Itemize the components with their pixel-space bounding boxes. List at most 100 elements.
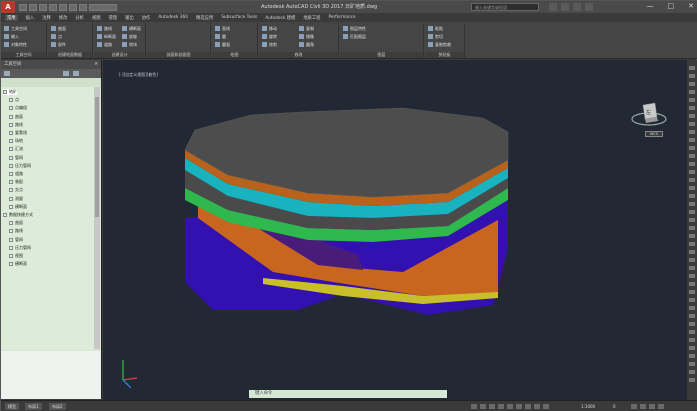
viewcube[interactable]: 左 WCS (629, 97, 671, 139)
tree-node[interactable]: 场地 (9, 138, 23, 144)
annotation-scale[interactable]: 1:1000 (581, 404, 595, 409)
ribbon-tab[interactable]: 分析 (75, 15, 84, 21)
nav-tool-icon[interactable] (689, 250, 695, 254)
settings-icon[interactable] (63, 71, 69, 76)
tab-model[interactable]: 模型 (5, 403, 19, 410)
nav-tool-icon[interactable] (689, 282, 695, 286)
tree-node[interactable]: 点编组 (9, 105, 27, 111)
application-menu-button[interactable]: A (1, 1, 15, 13)
tree-node[interactable]: 数据快捷方式 (3, 212, 33, 218)
nav-tool-icon[interactable] (689, 178, 695, 182)
ribbon-button[interactable]: 纵断面 (97, 34, 116, 39)
ribbon-button[interactable]: 镜像 (299, 34, 314, 39)
survey-icon[interactable] (73, 71, 79, 76)
osnap-icon[interactable] (507, 404, 513, 409)
prospector-icon[interactable] (4, 71, 10, 76)
scroll-thumb[interactable] (95, 97, 99, 217)
tree-node[interactable]: 装配 (9, 179, 23, 185)
nav-tool-icon[interactable] (689, 186, 695, 190)
wcs-menu[interactable]: WCS (645, 131, 663, 137)
tab-layout1[interactable]: 布局1 (25, 403, 42, 410)
ribbon-button[interactable]: 复制 (299, 26, 314, 31)
annotation-icon[interactable] (543, 404, 549, 409)
nav-tool-icon[interactable] (689, 322, 695, 326)
ribbon-tab[interactable]: Autodesk 建模 (265, 15, 295, 21)
workspace-icon[interactable] (631, 404, 637, 409)
tree-node[interactable]: 道路 (9, 171, 23, 177)
workspace-dropdown-icon[interactable] (89, 3, 117, 11)
nav-tool-icon[interactable] (689, 74, 695, 78)
ribbon-button[interactable]: 部件 (51, 42, 66, 47)
ribbon-tab[interactable]: 管理 (109, 15, 118, 21)
ribbon-button[interactable]: 圆弧 (215, 42, 230, 47)
polar-icon[interactable] (498, 404, 504, 409)
nav-tool-icon[interactable] (689, 362, 695, 366)
nav-tool-icon[interactable] (689, 354, 695, 358)
tree-node[interactable]: 横断面 (9, 261, 27, 267)
nav-tool-icon[interactable] (689, 162, 695, 166)
otrack-icon[interactable] (516, 404, 522, 409)
ribbon-button[interactable]: 对象特性 (4, 42, 27, 47)
panel-label[interactable]: 创建设计 (94, 52, 145, 58)
ribbon-tab[interactable]: 精选应用 (196, 15, 213, 21)
tree-node[interactable]: 交点 (9, 187, 23, 193)
ribbon-button[interactable]: 道路 (97, 42, 112, 47)
undo-icon[interactable] (69, 3, 77, 11)
tree-node[interactable]: 压力管网 (9, 245, 31, 251)
minimize-button[interactable]: — (647, 2, 654, 10)
tree-scrollbar[interactable] (94, 87, 100, 349)
open-icon[interactable] (29, 3, 37, 11)
nav-tool-icon[interactable] (689, 138, 695, 142)
ribbon-tab[interactable]: 地质工程 (303, 15, 320, 21)
panel-label[interactable]: 创建地面数据 (48, 52, 92, 58)
ribbon-button[interactable]: 直线 (215, 26, 230, 31)
ortho-icon[interactable] (489, 404, 495, 409)
nav-tool-icon[interactable] (689, 194, 695, 198)
nav-tool-icon[interactable] (689, 298, 695, 302)
lineweight-icon[interactable] (525, 404, 531, 409)
nav-tool-icon[interactable] (689, 66, 695, 70)
nav-tool-icon[interactable] (689, 306, 695, 310)
ribbon-button[interactable]: 工具空间 (4, 26, 27, 31)
ribbon-tab[interactable]: Performance (328, 15, 355, 20)
nav-tool-icon[interactable] (689, 338, 695, 342)
tree-node[interactable]: 要素线 (9, 130, 27, 136)
nav-tool-icon[interactable] (689, 218, 695, 222)
nav-tool-icon[interactable] (689, 122, 695, 126)
panel-label[interactable]: 剖面和剖面图 (147, 52, 210, 58)
ribbon-button[interactable]: 修剪 (262, 42, 277, 47)
ribbon-button[interactable]: 圆角 (299, 42, 314, 47)
tree-node[interactable]: 视图 (9, 253, 23, 259)
ribbon-button[interactable]: 旋转 (262, 34, 277, 39)
new-icon[interactable] (19, 3, 27, 11)
panel-label[interactable]: 工具空间 (1, 52, 46, 58)
tree-node[interactable]: 横断面 (9, 204, 27, 210)
nav-tool-icon[interactable] (689, 90, 695, 94)
nav-tool-icon[interactable] (689, 82, 695, 86)
ribbon-button[interactable]: 横断面 (122, 26, 141, 31)
tab-layout2[interactable]: 布局2 (49, 403, 66, 410)
snap-icon[interactable] (480, 404, 486, 409)
ribbon-tab[interactable]: 输出 (125, 15, 134, 21)
tree-node[interactable]: 压力管网 (9, 163, 31, 169)
ribbon-button[interactable]: 点 (51, 34, 62, 39)
maximize-button[interactable]: □ (668, 2, 675, 10)
user-icon[interactable] (561, 3, 569, 11)
nav-tool-icon[interactable] (689, 274, 695, 278)
tree-node[interactable]: 管网 (9, 237, 23, 243)
nav-tool-icon[interactable] (689, 106, 695, 110)
ribbon-button[interactable]: 圆 (215, 34, 226, 39)
tree-node[interactable]: 路线 (9, 122, 23, 128)
ribbon-button[interactable]: 剪切 (428, 34, 443, 39)
fullscreen-icon[interactable] (649, 404, 655, 409)
grid-icon[interactable] (471, 404, 477, 409)
close-button[interactable]: ✕ (688, 2, 694, 10)
tree-node[interactable]: 曲面 (9, 220, 23, 226)
ribbon-button[interactable]: 移动 (262, 26, 277, 31)
nav-tool-icon[interactable] (689, 242, 695, 246)
customize-icon[interactable] (658, 404, 664, 409)
exchange-icon[interactable] (573, 3, 581, 11)
ribbon-tab[interactable]: 视图 (92, 15, 101, 21)
nav-tool-icon[interactable] (689, 226, 695, 230)
save-icon[interactable] (39, 3, 47, 11)
